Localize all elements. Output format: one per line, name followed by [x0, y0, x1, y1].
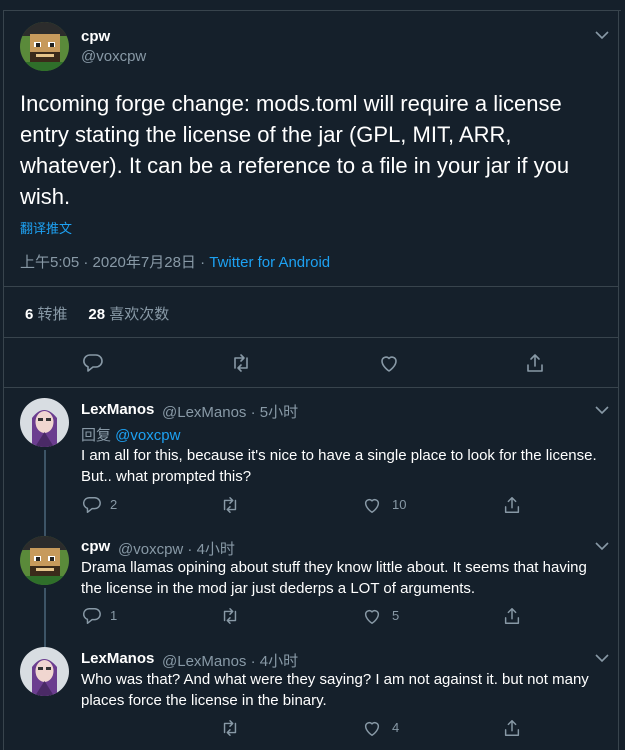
share-icon[interactable] [502, 718, 522, 738]
author-handle-time[interactable]: @LexManos · 4小时 [162, 650, 298, 671]
author-name[interactable]: LexManos [81, 650, 154, 667]
tweet-text: Incoming forge change: mods.toml will re… [20, 91, 570, 209]
avatar[interactable] [20, 398, 69, 447]
avatar[interactable] [20, 647, 69, 696]
reply-count: 2 [110, 497, 118, 512]
reply-icon[interactable] [82, 352, 104, 374]
share-icon[interactable] [502, 495, 522, 515]
author-handle-time[interactable]: @voxcpw · 4小时 [118, 538, 235, 559]
like-icon[interactable] [362, 606, 382, 626]
author-name[interactable]: LexManos [81, 401, 154, 418]
chevron-down-icon[interactable] [595, 30, 609, 40]
thread-line [44, 450, 46, 532]
right-border [618, 10, 619, 750]
divider [4, 387, 618, 388]
divider [4, 337, 618, 338]
retweet-icon[interactable] [220, 718, 240, 738]
reply-icon[interactable] [82, 495, 102, 515]
chevron-down-icon[interactable] [595, 405, 609, 415]
author-handle[interactable]: @voxcpw [81, 48, 146, 65]
like-count: 10 [392, 497, 407, 512]
like-icon[interactable] [362, 718, 382, 738]
like-icon[interactable] [362, 495, 382, 515]
author-handle-time[interactable]: @LexManos · 5小时 [162, 401, 298, 422]
reply-to: 回复 @voxcpw [81, 427, 181, 444]
tweet-text: Who was that? And what were they saying?… [81, 671, 589, 709]
author-name[interactable]: cpw [81, 538, 110, 555]
tweet-meta: 上午5:05 · 2020年7月28日 · Twitter for Androi… [20, 251, 330, 272]
share-icon[interactable] [502, 606, 522, 626]
translate-link[interactable]: 翻译推文 [20, 218, 72, 237]
retweet-icon[interactable] [230, 352, 252, 374]
chevron-down-icon[interactable] [595, 541, 609, 551]
left-border [3, 10, 4, 750]
tweet-text: Drama llamas opining about stuff they kn… [81, 559, 587, 597]
tweet-stats: 6 转推 28 喜欢次数 [25, 303, 169, 324]
chevron-down-icon[interactable] [595, 653, 609, 663]
avatar[interactable] [20, 22, 69, 71]
tweet-text: I am all for this, because it's nice to … [81, 447, 597, 485]
thread-line [44, 588, 46, 652]
like-icon[interactable] [378, 352, 400, 374]
tweet-timestamp[interactable]: 上午5:05 · 2020年7月28日 · [20, 254, 209, 271]
retweet-icon[interactable] [220, 606, 240, 626]
like-count: 5 [392, 608, 400, 623]
reply-icon[interactable] [82, 606, 102, 626]
likes-stat[interactable]: 28 喜欢次数 [88, 306, 169, 323]
like-count: 4 [392, 720, 400, 735]
avatar[interactable] [20, 536, 69, 585]
retweets-stat[interactable]: 6 转推 [25, 306, 68, 323]
divider [4, 286, 618, 287]
reply-count: 1 [110, 608, 118, 623]
share-icon[interactable] [524, 352, 546, 374]
author-name[interactable]: cpw [81, 28, 110, 45]
retweet-icon[interactable] [220, 495, 240, 515]
tweet-source[interactable]: Twitter for Android [209, 254, 330, 271]
reply-to-link[interactable]: @voxcpw [115, 427, 180, 444]
top-divider [4, 10, 621, 11]
